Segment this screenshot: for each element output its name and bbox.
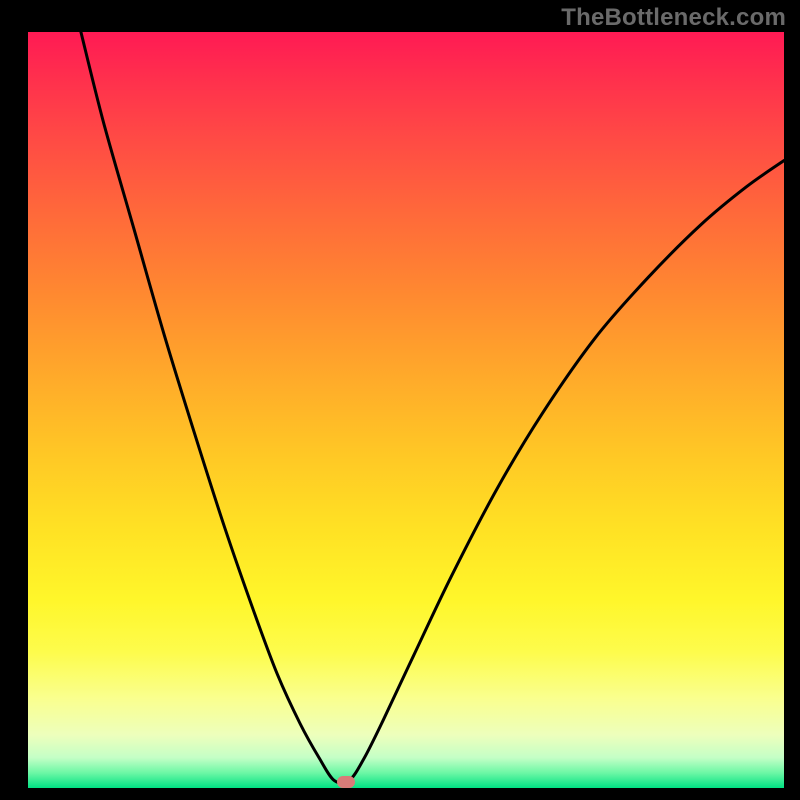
chart-frame: TheBottleneck.com	[0, 0, 800, 800]
bottleneck-curve	[28, 32, 784, 788]
valley-marker	[337, 776, 355, 788]
watermark-text: TheBottleneck.com	[561, 4, 786, 32]
plot-area	[28, 32, 784, 788]
